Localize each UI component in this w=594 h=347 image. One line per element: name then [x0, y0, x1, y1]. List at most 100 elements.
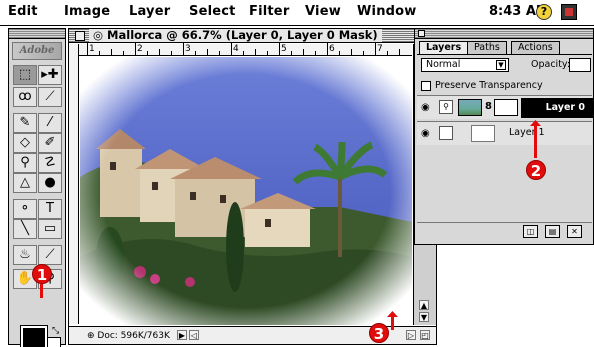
- ruler-tick: [87, 43, 88, 55]
- palette-close-icon[interactable]: [418, 30, 425, 37]
- callout-arrow: [391, 316, 394, 330]
- callout-1-badge: 1: [32, 264, 52, 284]
- layer-row-layer-0[interactable]: ◉ ⚲ 8 Layer 0: [417, 95, 593, 119]
- ruler-tick: [123, 51, 124, 55]
- chevron-down-icon: ▼: [496, 60, 506, 70]
- type-tool-icon[interactable]: T: [38, 199, 62, 219]
- opacity-label: Opacity:: [531, 59, 571, 70]
- tab-layers[interactable]: Layers: [419, 41, 469, 54]
- close-box-icon[interactable]: [75, 31, 85, 41]
- ruler-tick: [399, 49, 400, 55]
- ruler-number: 6: [329, 44, 335, 54]
- ruler-tick: [159, 49, 160, 55]
- document-title-bar[interactable]: ◎ Mallorca @ 66.7% (Layer 0, Layer 0 Mas…: [69, 29, 436, 43]
- link-chain-icon[interactable]: 8: [485, 101, 492, 112]
- magic-wand-tool-icon[interactable]: ⟋: [38, 87, 62, 107]
- paint-bucket-tool-icon[interactable]: ♨: [13, 245, 37, 265]
- preserve-transparency-label: Preserve Transparency: [435, 80, 543, 91]
- menu-window[interactable]: Window: [357, 4, 417, 19]
- blur-tool-icon[interactable]: △: [13, 173, 37, 193]
- swap-colors-icon[interactable]: ⤡: [52, 326, 59, 336]
- delete-layer-button[interactable]: ✕: [567, 225, 582, 238]
- layers-palette: Layers Paths Actions Normal ▼ Opacity: P…: [414, 28, 594, 245]
- ruler-tick: [231, 43, 232, 55]
- ruler-tick: [255, 49, 256, 55]
- menu-edit[interactable]: Edit: [8, 4, 38, 19]
- document-window: ◎ Mallorca @ 66.7% (Layer 0, Layer 0 Mas…: [68, 28, 437, 345]
- paintbrush-tool-icon[interactable]: ⁄: [38, 113, 62, 133]
- menu-layer[interactable]: Layer: [129, 4, 170, 19]
- ruler-number: 4: [233, 44, 239, 54]
- scroll-right-arrow-icon[interactable]: ▷: [406, 330, 416, 340]
- move-tool-icon[interactable]: ▸✚: [38, 65, 62, 85]
- menu-view[interactable]: View: [305, 4, 341, 19]
- help-icon[interactable]: ?: [536, 4, 552, 20]
- foreground-color-swatch[interactable]: [20, 325, 48, 347]
- new-layer-button[interactable]: ▤: [545, 225, 560, 238]
- tab-divider: [417, 54, 592, 55]
- eye-icon[interactable]: ◉: [421, 128, 430, 139]
- ruler-tick: [219, 51, 220, 55]
- ruler-tick: [327, 43, 328, 55]
- palette-button-bar: ◫ ▤ ✕: [417, 222, 592, 240]
- line-tool-icon[interactable]: ╲: [13, 219, 37, 239]
- mallorca-photo: [80, 57, 412, 325]
- ruler-tick: [267, 51, 268, 55]
- layer-name: Layer 0: [521, 98, 593, 118]
- layer-mask-thumbnail[interactable]: [494, 99, 518, 116]
- brush-placeholder-box[interactable]: [439, 126, 453, 140]
- eyedropper-tool-icon[interactable]: ⟋: [38, 245, 62, 265]
- pen-tool-icon[interactable]: ⚬: [13, 199, 37, 219]
- scroll-left-arrow-icon[interactable]: ◁: [189, 330, 199, 340]
- add-mask-button[interactable]: ◫: [523, 225, 538, 238]
- menu-image[interactable]: Image: [64, 4, 110, 19]
- preserve-transparency-checkbox[interactable]: [421, 81, 431, 91]
- opacity-field[interactable]: [569, 58, 591, 72]
- status-menu-arrow-icon[interactable]: ▶: [177, 330, 187, 340]
- smudge-tool-icon[interactable]: ☡: [38, 153, 62, 173]
- ruler-tick: [279, 43, 280, 55]
- vertical-ruler: [69, 44, 79, 324]
- marquee-tool-icon[interactable]: ⬚: [13, 65, 37, 85]
- lasso-tool-icon[interactable]: ꝏ: [13, 87, 37, 107]
- dodge-tool-icon[interactable]: ●: [38, 173, 62, 193]
- layer-name: Layer 1: [509, 127, 545, 138]
- ruler-tick: [195, 51, 196, 55]
- callout-2-badge: 2: [526, 160, 546, 180]
- ruler-tick: [207, 49, 208, 55]
- document-title: ◎ Mallorca @ 66.7% (Layer 0, Layer 0 Mas…: [89, 29, 382, 42]
- toolbox-title-bar[interactable]: [9, 29, 65, 39]
- airbrush-tool-icon[interactable]: ✎: [13, 113, 37, 133]
- toolbox: Adobe ⬚ ▸✚ ꝏ ⟋ ✎ ⁄ ◇ ✐ ⚲ ☡ △ ● ⚬ T ╲ ▭ ♨…: [8, 28, 66, 347]
- blend-mode-value: Normal: [426, 59, 461, 70]
- ruler-number: 1: [89, 44, 95, 54]
- layer-row-layer-1[interactable]: ◉ Layer 1: [417, 121, 592, 145]
- palette-title-bar[interactable]: [415, 29, 593, 39]
- paintbrush-icon[interactable]: ⚲: [439, 100, 453, 114]
- callout-arrow: [534, 126, 537, 158]
- application-menu-icon[interactable]: [561, 4, 577, 20]
- toolbox-logo: Adobe: [12, 42, 62, 60]
- scroll-up-arrow-icon[interactable]: ▲: [419, 300, 429, 310]
- eye-icon[interactable]: ◉: [421, 102, 430, 113]
- ruler-tick: [135, 43, 136, 55]
- pencil-tool-icon[interactable]: ✐: [38, 133, 62, 153]
- image-canvas[interactable]: [80, 57, 412, 325]
- ruler-tick: [315, 51, 316, 55]
- tab-actions[interactable]: Actions: [511, 41, 560, 54]
- menu-filter[interactable]: Filter: [249, 4, 289, 19]
- scroll-down-arrow-icon[interactable]: ▼: [419, 312, 429, 322]
- document-size-readout[interactable]: ⊕ Doc: 596K/763K: [87, 331, 170, 341]
- document-size-text: Doc: 596K/763K: [97, 331, 170, 341]
- layer-thumbnail: [458, 99, 482, 116]
- menu-select[interactable]: Select: [189, 4, 236, 19]
- eraser-tool-icon[interactable]: ◇: [13, 133, 37, 153]
- rubber-stamp-tool-icon[interactable]: ⚲: [13, 153, 37, 173]
- resize-box-icon[interactable]: ◰: [420, 330, 430, 340]
- blend-mode-select[interactable]: Normal ▼: [421, 58, 509, 72]
- tab-paths[interactable]: Paths: [467, 41, 507, 54]
- ruler-tick: [171, 51, 172, 55]
- ruler-tick: [183, 43, 184, 55]
- ruler-number: 5: [281, 44, 287, 54]
- gradient-tool-icon[interactable]: ▭: [38, 219, 62, 239]
